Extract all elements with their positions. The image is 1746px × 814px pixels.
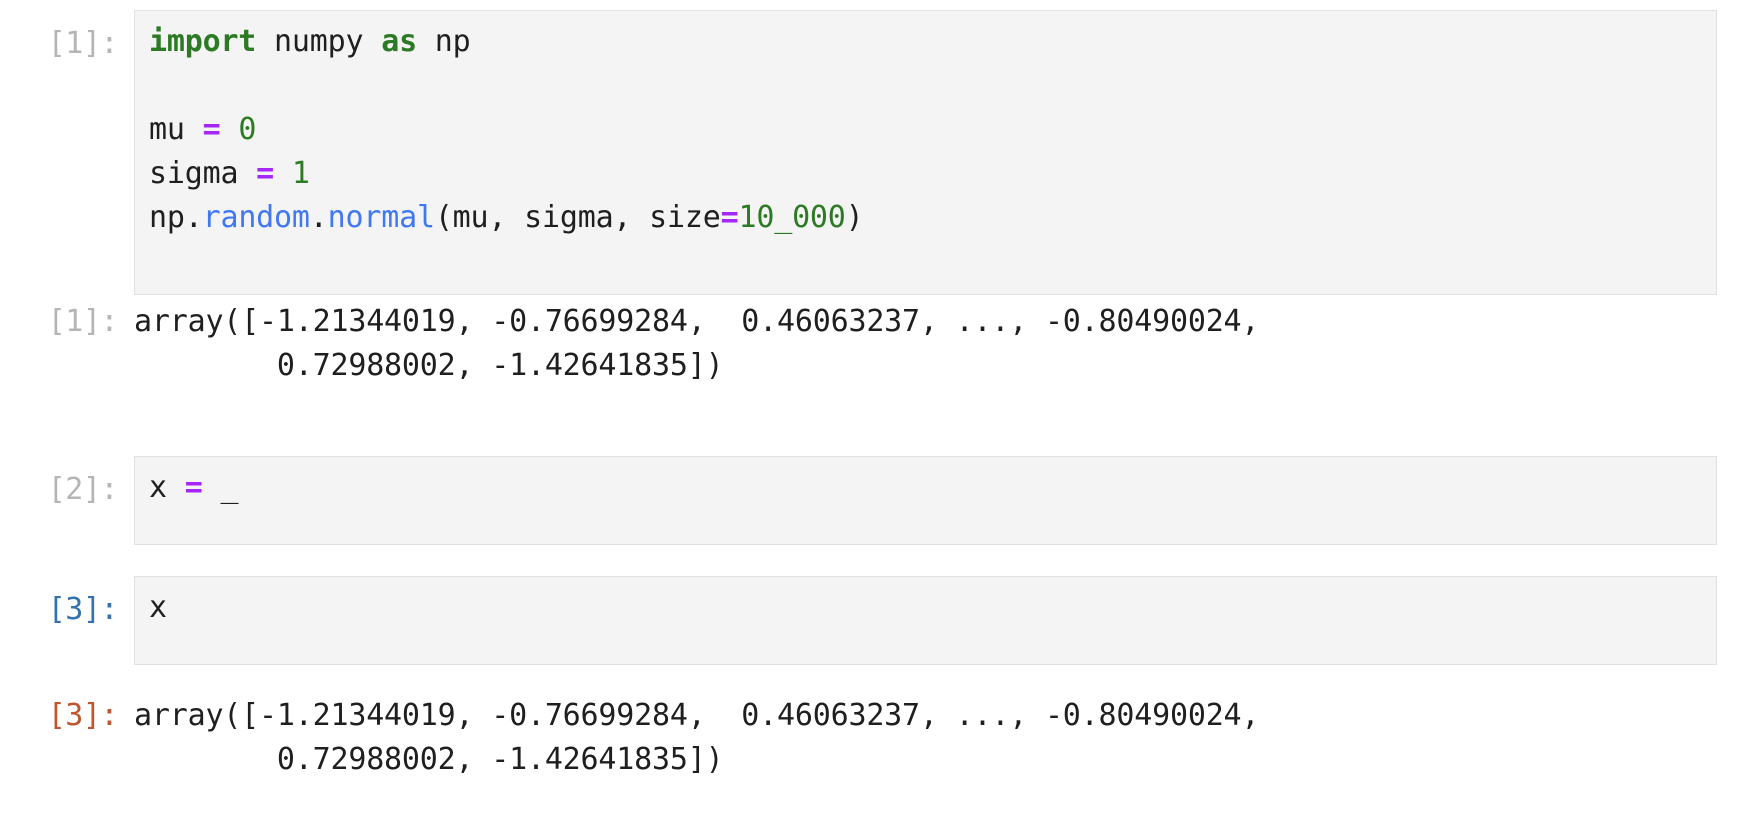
token-close-paren: ): [845, 200, 864, 235]
token-space-sigma: [274, 156, 292, 191]
token-np-prefix: np.: [149, 200, 203, 235]
token-keyword-import: import: [149, 24, 257, 59]
token-call-args: (mu, sigma, size: [434, 200, 721, 235]
source-code[interactable]: import numpy as np mu = 0 sigma = 1 np.r…: [135, 11, 1716, 249]
notebook-canvas: [1]: import numpy as np mu = 0 sigma = 1…: [0, 0, 1746, 814]
source-code[interactable]: x: [135, 577, 1716, 639]
token-number-size: 10_000: [738, 200, 846, 235]
output-text: array([-1.21344019, -0.76699284, 0.46063…: [134, 698, 1260, 777]
token-dot: .: [309, 200, 328, 235]
token-operator-assign-x: =: [184, 470, 203, 505]
output-area: array([-1.21344019, -0.76699284, 0.46063…: [134, 694, 1717, 786]
token-space-mu: [220, 112, 238, 147]
token-var-sigma: sigma: [149, 156, 257, 191]
code-input-area[interactable]: x = _: [134, 456, 1717, 545]
output-area: array([-1.21344019, -0.76699284, 0.46063…: [134, 300, 1717, 392]
output-prompt: [1]:: [47, 304, 119, 339]
token-var-x-eval: x: [149, 590, 167, 625]
source-code[interactable]: x = _: [135, 457, 1716, 519]
token-module-numpy: numpy: [256, 24, 382, 59]
token-underscore-ref: _: [202, 470, 239, 505]
token-number-mu: 0: [238, 112, 257, 147]
token-operator-kwarg: =: [720, 200, 739, 235]
token-operator-assign-mu: =: [202, 112, 221, 147]
token-number-sigma: 1: [291, 156, 310, 191]
input-prompt: [3]:: [47, 592, 119, 627]
code-input-area[interactable]: x: [134, 576, 1717, 665]
token-alias-np: np: [416, 24, 471, 59]
token-attribute-normal: normal: [327, 200, 435, 235]
token-keyword-as: as: [381, 24, 417, 59]
token-var-mu: mu: [149, 112, 203, 147]
token-attribute-random: random: [202, 200, 310, 235]
output-text: array([-1.21344019, -0.76699284, 0.46063…: [134, 304, 1260, 383]
output-prompt: [3]:: [47, 698, 119, 733]
code-input-area[interactable]: import numpy as np mu = 0 sigma = 1 np.r…: [134, 10, 1717, 295]
token-var-x: x: [149, 470, 185, 505]
token-operator-assign-sigma: =: [256, 156, 275, 191]
input-prompt: [1]:: [47, 26, 119, 61]
input-prompt: [2]:: [47, 472, 119, 507]
